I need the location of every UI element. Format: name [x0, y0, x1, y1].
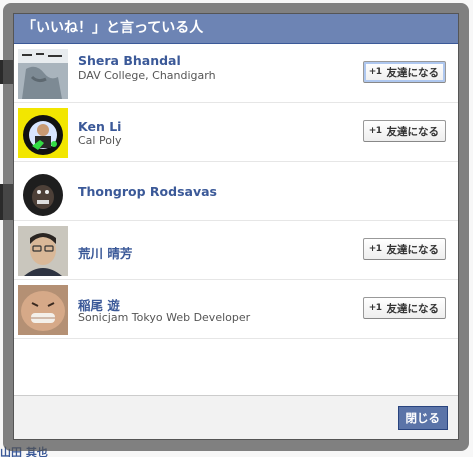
- list-item: Ken Li Cal Poly +1 友達になる: [14, 103, 458, 162]
- person-name-link[interactable]: Shera Bhandal: [78, 53, 181, 68]
- avatar[interactable]: [18, 49, 68, 99]
- avatar[interactable]: [18, 167, 68, 217]
- add-friend-button[interactable]: +1 友達になる: [362, 120, 446, 142]
- dialog-footer: 閉じる: [14, 395, 458, 439]
- add-friend-button[interactable]: +1 友達になる: [362, 238, 446, 260]
- list-item: 荒川 晴芳 +1 友達になる: [14, 221, 458, 280]
- add-friend-icon: +1: [368, 126, 382, 136]
- avatar[interactable]: [18, 285, 68, 335]
- list-item: 稲尾 遊 Sonicjam Tokyo Web Developer +1 友達に…: [14, 280, 458, 339]
- add-friend-icon: +1: [368, 67, 382, 77]
- add-friend-icon: +1: [368, 303, 382, 313]
- person-name-link[interactable]: 荒川 晴芳: [78, 243, 132, 262]
- people-list: Shera Bhandal DAV College, Chandigarh +1…: [14, 44, 458, 339]
- add-friend-icon: +1: [368, 244, 382, 254]
- avatar[interactable]: [18, 226, 68, 276]
- person-subtitle: DAV College, Chandigarh: [78, 69, 216, 82]
- person-name-link[interactable]: Ken Li: [78, 119, 121, 134]
- add-friend-button[interactable]: +1 友達になる: [362, 297, 446, 319]
- dialog-title: 「いいね！」と言っている人: [14, 14, 458, 44]
- add-friend-button[interactable]: +1 友達になる: [362, 61, 446, 83]
- close-button[interactable]: 閉じる: [397, 406, 448, 430]
- list-item: Thongrop Rodsavas: [14, 162, 458, 221]
- person-subtitle: Cal Poly: [78, 134, 122, 147]
- avatar[interactable]: [18, 108, 68, 158]
- person-subtitle: Sonicjam Tokyo Web Developer: [78, 311, 251, 324]
- likes-dialog: 「いいね！」と言っている人 Shera Bhandal DAV College,…: [13, 13, 459, 440]
- list-item: Shera Bhandal DAV College, Chandigarh +1…: [14, 44, 458, 103]
- person-name-link[interactable]: Thongrop Rodsavas: [78, 184, 217, 199]
